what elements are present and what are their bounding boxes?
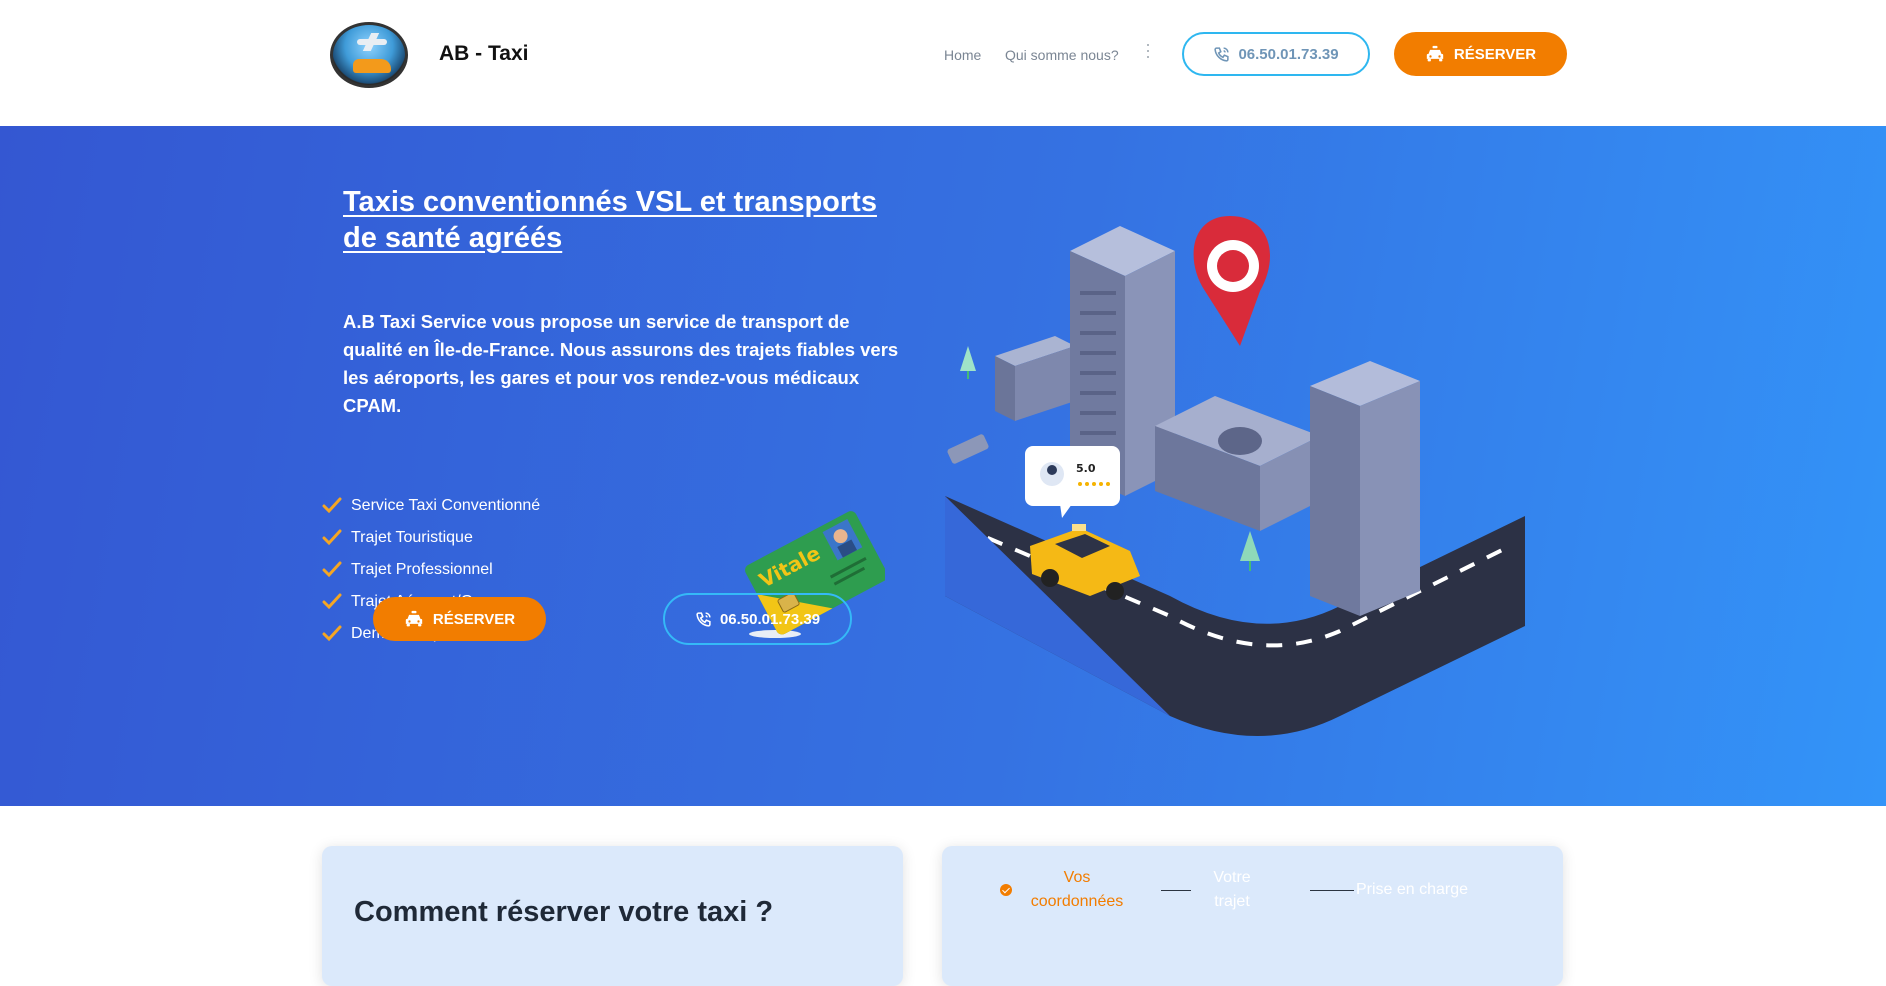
hero-description: A.B Taxi Service vous propose un service… xyxy=(343,311,899,416)
feature-item: Trajet Professionnel xyxy=(322,554,540,586)
phone-icon xyxy=(696,611,711,627)
phone-button-label: 06.50.01.73.39 xyxy=(1238,45,1339,63)
plane-icon xyxy=(357,39,387,45)
check-icon xyxy=(322,529,342,546)
hero-phone-button[interactable]: 06.50.01.73.39 xyxy=(663,593,852,645)
taxi-car-icon xyxy=(353,59,391,73)
step-divider xyxy=(1161,890,1191,891)
check-icon xyxy=(322,561,342,578)
site-header: AB - Taxi Home Qui somme nous? 06.50.01.… xyxy=(0,0,1886,126)
booking-heading: Comment réserver votre taxi ? xyxy=(354,896,774,928)
booking-info-card: Comment réserver votre taxi ? xyxy=(322,846,903,986)
taxi-icon xyxy=(1426,45,1444,62)
nav-about[interactable]: Qui somme nous? xyxy=(1005,47,1119,63)
rating-value: 5.0 xyxy=(1076,462,1096,475)
hero-section: Taxis conventionnés VSL et transports de… xyxy=(0,126,1886,806)
brand-logo[interactable] xyxy=(330,22,408,88)
check-icon xyxy=(322,625,342,642)
city-taxi-illustration: 5.0 xyxy=(945,216,1525,736)
feature-item: Trajet Touristique xyxy=(322,522,540,554)
booking-steps-card: Vos coordonnées Votre trajet Prise en ch… xyxy=(942,846,1563,986)
reserve-button-label: RÉSERVER xyxy=(1453,45,1537,63)
feature-item: Service Taxi Conventionné xyxy=(322,490,540,522)
step-trip[interactable]: Votre trajet xyxy=(1202,866,1262,914)
brand-name[interactable]: AB - Taxi xyxy=(439,42,528,66)
more-menu-icon[interactable] xyxy=(1146,44,1150,62)
feature-label: Trajet Professionnel xyxy=(351,561,493,578)
step-pickup[interactable]: Prise en charge xyxy=(1342,878,1482,902)
phone-icon xyxy=(1214,46,1230,62)
feature-label: Trajet Touristique xyxy=(351,529,473,546)
feature-label: Service Taxi Conventionné xyxy=(351,497,541,514)
hero-reserve-label: RÉSERVER xyxy=(432,610,516,628)
check-icon xyxy=(322,497,342,514)
check-icon xyxy=(322,593,342,610)
hero-title: Taxis conventionnés VSL et transports de… xyxy=(343,186,877,254)
step-complete-icon xyxy=(1000,884,1012,896)
nav-home[interactable]: Home xyxy=(944,47,981,63)
hero-phone-label: 06.50.01.73.39 xyxy=(719,610,821,628)
step-coordinates[interactable]: Vos coordonnées xyxy=(1022,866,1132,914)
phone-button[interactable]: 06.50.01.73.39 xyxy=(1182,32,1370,76)
reserve-button[interactable]: RÉSERVER xyxy=(1394,32,1567,76)
hero-reserve-button[interactable]: RÉSERVER xyxy=(373,597,546,641)
taxi-icon xyxy=(405,610,423,627)
